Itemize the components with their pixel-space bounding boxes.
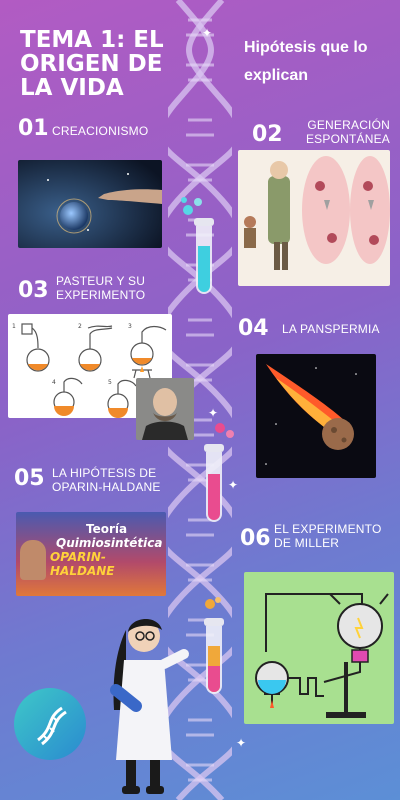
scientist-illustration (110, 618, 189, 794)
item-number-03: 03 (18, 278, 49, 303)
pasteur-portrait-image (136, 378, 194, 440)
sparkle-icon: ✦ (236, 736, 247, 750)
dna-logo-icon (37, 706, 67, 746)
item-label-oparin-haldane: LA HIPÓTESIS DE OPARIN-HALDANE (52, 466, 161, 494)
item-number-02: 02 (252, 122, 283, 147)
creation-space-image (18, 160, 162, 248)
test-tube-pink-icon (204, 423, 234, 522)
item-label-panspermia: LA PANSPERMIA (282, 322, 380, 336)
svg-text:5: 5 (108, 379, 112, 386)
svg-text:4: 4 (52, 379, 56, 386)
sparkle-icon: ✦ (228, 478, 239, 492)
page-subtitle: Hipótesis que lo explican (244, 39, 368, 84)
test-tube-orange-icon (204, 597, 224, 694)
svg-text:1: 1 (12, 323, 16, 330)
item-number-06: 06 (240, 526, 271, 551)
banner-line-3: OPARIN-HALDANE (50, 550, 115, 578)
panspermia-meteor-image (256, 354, 376, 478)
spontaneous-generation-image (238, 150, 390, 286)
item-label-miller: EL EXPERIMENTO DE MILLER (274, 522, 382, 550)
item-number-04: 04 (238, 316, 269, 341)
item-label-pasteur: PASTEUR Y SU EXPERIMENTO (56, 274, 146, 302)
item-number-01: 01 (18, 116, 49, 141)
miller-experiment-image (244, 572, 394, 724)
svg-text:3: 3 (128, 323, 132, 330)
sparkle-icon: ✦ (202, 26, 213, 40)
sparkle-icon: ✦ (208, 406, 219, 420)
oparin-haldane-image: Teoría Quimiosintética OPARIN-HALDANE (16, 512, 166, 596)
page-title: TEMA 1: EL ORIGEN DE LA VIDA (20, 27, 164, 101)
test-tube-cyan-icon (181, 197, 214, 294)
banner-line-1: Teoría (86, 522, 128, 536)
scientist-portrait (20, 540, 46, 580)
svg-text:2: 2 (78, 323, 82, 330)
dna-logo-badge (14, 688, 86, 760)
item-label-generacion-espontanea: GENERACIÓN ESPONTÁNEA (305, 118, 390, 146)
item-number-05: 05 (14, 466, 45, 491)
banner-line-2: Quimiosintética (56, 536, 163, 550)
item-label-creacionismo: CREACIONISMO (52, 124, 149, 138)
